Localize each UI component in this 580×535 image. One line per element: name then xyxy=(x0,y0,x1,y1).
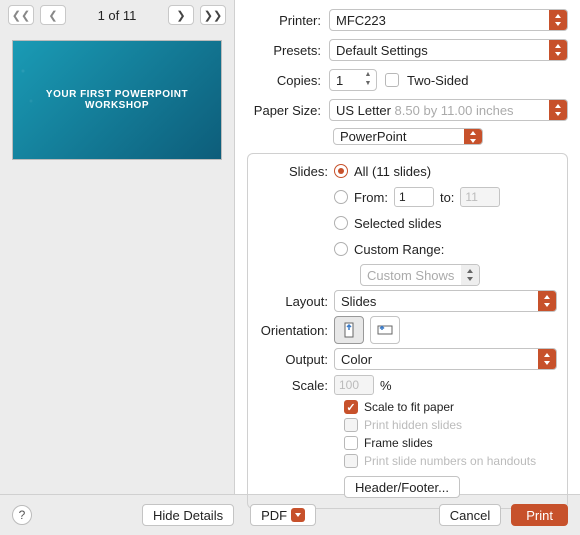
cancel-button[interactable]: Cancel xyxy=(439,504,501,526)
page-indicator: 1 of 11 xyxy=(72,8,162,23)
copies-label: Copies: xyxy=(247,73,321,88)
layout-label: Layout: xyxy=(258,294,328,309)
percent-label: % xyxy=(380,378,392,393)
radio-selected[interactable] xyxy=(334,216,348,230)
selected-label: Selected slides xyxy=(354,216,441,231)
two-sided-checkbox[interactable] xyxy=(385,73,399,87)
hide-details-button[interactable]: Hide Details xyxy=(142,504,234,526)
preview-panel: ❮❮ ❮ 1 of 11 ❯ ❯❯ YOUR FIRST POWERPOINT … xyxy=(0,0,234,494)
slides-label: Slides: xyxy=(258,164,328,179)
app-select[interactable]: PowerPoint xyxy=(333,128,483,145)
pdf-menu-button[interactable]: PDF xyxy=(250,504,316,526)
nav-last-button[interactable]: ❯❯ xyxy=(200,5,226,25)
radio-custom[interactable] xyxy=(334,242,348,256)
radio-all[interactable] xyxy=(334,164,348,178)
nav-first-button[interactable]: ❮❮ xyxy=(8,5,34,25)
output-select[interactable]: Color xyxy=(334,348,557,370)
to-label: to: xyxy=(440,190,454,205)
paper-size-label: Paper Size: xyxy=(247,103,321,118)
nav-next-button[interactable]: ❯ xyxy=(168,5,194,25)
help-button[interactable]: ? xyxy=(12,505,32,525)
two-sided-label: Two-Sided xyxy=(407,73,468,88)
from-input[interactable]: 1 xyxy=(394,187,434,207)
copies-stepper[interactable]: 1▲▼ xyxy=(329,69,377,91)
custom-shows-select: Custom Shows xyxy=(360,264,480,286)
print-numbers-checkbox xyxy=(344,454,358,468)
output-label: Output: xyxy=(258,352,328,367)
to-input[interactable]: 11 xyxy=(460,187,500,207)
print-hidden-checkbox xyxy=(344,418,358,432)
thumbnail-title: YOUR FIRST POWERPOINT WORKSHOP xyxy=(13,89,221,111)
presets-label: Presets: xyxy=(247,43,321,58)
from-label: From: xyxy=(354,190,388,205)
scale-fit-label: Scale to fit paper xyxy=(364,400,454,414)
header-footer-button[interactable]: Header/Footer... xyxy=(344,476,460,498)
paper-size-select[interactable]: US Letter 8.50 by 11.00 inches xyxy=(329,99,568,121)
nav-prev-button[interactable]: ❮ xyxy=(40,5,66,25)
printer-label: Printer: xyxy=(247,13,321,28)
custom-range-label: Custom Range: xyxy=(354,242,444,257)
settings-panel: Printer: MFC223 Presets: Default Setting… xyxy=(234,0,580,494)
orientation-landscape[interactable] xyxy=(370,316,400,344)
layout-select[interactable]: Slides xyxy=(334,290,557,312)
print-button[interactable]: Print xyxy=(511,504,568,526)
app-options-group: Slides: All (11 slides) From: 1 to: 11 S… xyxy=(247,153,568,509)
orientation-portrait[interactable] xyxy=(334,316,364,344)
presets-select[interactable]: Default Settings xyxy=(329,39,568,61)
orientation-label: Orientation: xyxy=(258,323,328,338)
all-label: All (11 slides) xyxy=(354,164,431,179)
scale-label: Scale: xyxy=(258,378,328,393)
frame-slides-label: Frame slides xyxy=(364,436,433,450)
scale-fit-checkbox[interactable]: ✓ xyxy=(344,400,358,414)
print-hidden-label: Print hidden slides xyxy=(364,418,462,432)
print-numbers-label: Print slide numbers on handouts xyxy=(364,454,536,468)
scale-input: 100 xyxy=(334,375,374,395)
radio-from[interactable] xyxy=(334,190,348,204)
printer-select[interactable]: MFC223 xyxy=(329,9,568,31)
slide-thumbnail: YOUR FIRST POWERPOINT WORKSHOP xyxy=(12,40,222,160)
chevron-down-icon xyxy=(291,508,305,522)
frame-slides-checkbox[interactable] xyxy=(344,436,358,450)
